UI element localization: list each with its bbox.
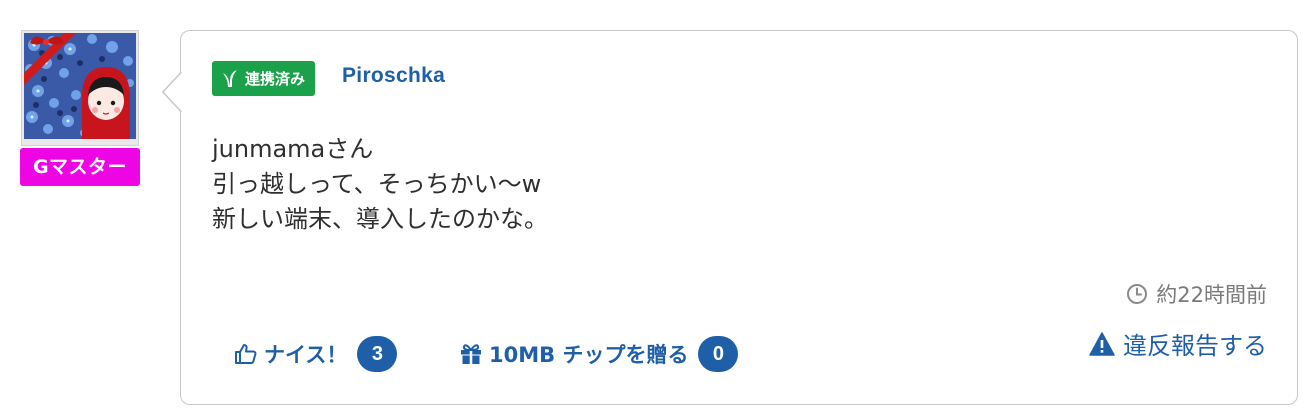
message-body: junmamaさん 引っ越しって、そっちかい〜w 新しい端末、導入したのかな。 (212, 132, 548, 237)
timestamp-text: 約22時間前 (1156, 283, 1267, 307)
report-link[interactable]: 違反報告する (1089, 326, 1267, 361)
avatar-image (24, 33, 136, 139)
thumbs-up-icon (235, 344, 257, 364)
clock-icon (1127, 284, 1148, 304)
linked-label: 連携済み (245, 70, 306, 88)
tip-count-badge: 0 (698, 336, 739, 372)
nice-label: ナイス！ (264, 343, 348, 367)
warning-icon (1089, 331, 1115, 356)
nice-count-badge: 3 (357, 336, 398, 372)
timestamp: 約22時間前 (1126, 279, 1267, 309)
username-link[interactable]: Piroschka (342, 64, 445, 88)
nice-button[interactable]: ナイス！ 3 (234, 336, 398, 372)
message-line: 引っ越しって、そっちかい〜w (212, 170, 542, 198)
comment-card: Gマスター 連携済み Piroschka junmamaさん 引っ越しって、そっ… (0, 0, 1309, 418)
tip-button[interactable]: 10MB チップを贈る 0 (459, 336, 739, 372)
avatar[interactable] (21, 30, 139, 146)
message-line: 新しい端末、導入したのかな。 (212, 205, 548, 233)
rank-badge: Gマスター (20, 148, 140, 186)
gift-icon (461, 344, 481, 364)
leaf-icon (223, 69, 237, 87)
message-line: junmamaさん (212, 135, 374, 163)
linked-badge: 連携済み (212, 61, 316, 96)
report-label: 違反報告する (1123, 332, 1267, 360)
tip-label: 10MB チップを贈る (489, 343, 689, 367)
